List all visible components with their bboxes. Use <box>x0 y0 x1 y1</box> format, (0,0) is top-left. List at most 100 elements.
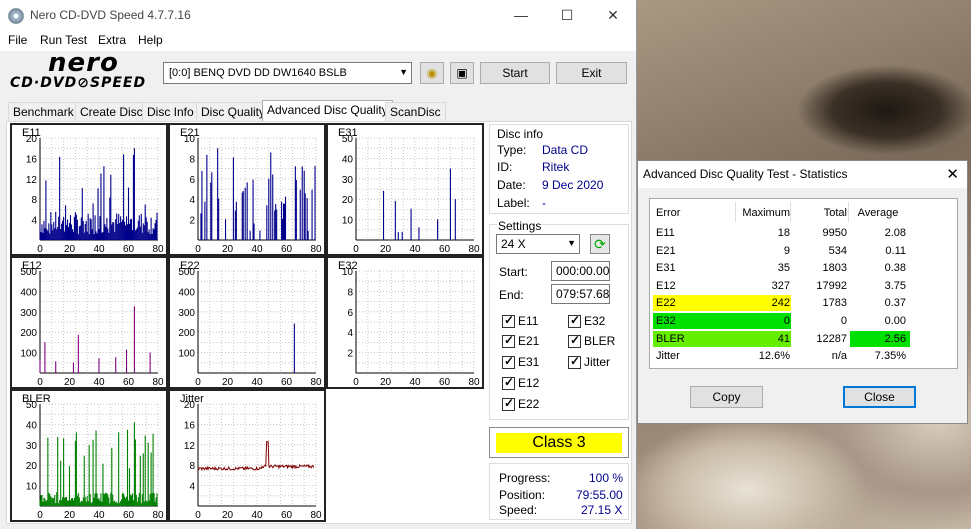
statistics-dialog: Advanced Disc Quality Test - Statistics … <box>637 160 968 424</box>
y-tick-label: 10 <box>342 267 354 278</box>
y-tick-label: 40 <box>26 420 38 431</box>
stats-cell-e31-0: E31 <box>656 262 676 275</box>
x-tick-label: 20 <box>222 377 234 387</box>
progress-label: Progress: <box>499 471 551 485</box>
speed-value-readout: 27.15 X <box>581 503 623 517</box>
checkbox-e32[interactable] <box>568 313 581 328</box>
x-tick-label: 20 <box>380 377 392 387</box>
menu-extra[interactable]: Extra <box>98 33 126 47</box>
minimize-button[interactable]: — <box>498 0 544 31</box>
y-tick-label: 6 <box>189 175 195 186</box>
y-tick-label: 10 <box>184 134 196 145</box>
main-window: Nero CD-DVD Speed 4.7.7.16 — ☐ ✕ File Ru… <box>0 0 637 529</box>
stats-cell-e32-2: 0 <box>840 315 847 327</box>
y-tick-label: 20 <box>184 400 196 411</box>
save-button[interactable]: ▣ <box>450 62 474 84</box>
title-bar: Nero CD-DVD Speed 4.7.7.16 — ☐ ✕ <box>0 0 636 31</box>
drive-info-button[interactable]: ◉ <box>420 62 444 84</box>
checkbox-bler[interactable] <box>568 333 581 348</box>
stats-cell-jitter-2: n/a <box>831 350 847 363</box>
checkbox-bler-label: BLER <box>584 334 616 348</box>
close-icon[interactable]: ✕ <box>946 165 959 183</box>
menu-file[interactable]: File <box>8 33 27 47</box>
dialog-title: Advanced Disc Quality Test - Statistics <box>638 161 967 188</box>
y-tick-label: 500 <box>178 267 195 278</box>
chart-e21-svg: E211086420 20 40 60 80 <box>180 127 322 254</box>
checkbox-jitter[interactable] <box>568 354 581 369</box>
speed-select[interactable]: 24 X ▼ <box>496 234 580 254</box>
tab-benchmark[interactable]: Benchmark <box>8 102 79 122</box>
y-tick-label: 6 <box>347 308 353 319</box>
discs-icon: ◉ <box>426 66 438 80</box>
drive-select[interactable]: [0:0] BENQ DVD DD DW1640 BSLB ▼ <box>163 62 412 84</box>
close-window-button[interactable]: ✕ <box>590 0 636 31</box>
x-tick-label: 80 <box>152 377 164 387</box>
close-button[interactable]: Close <box>843 386 916 408</box>
y-tick-label: 500 <box>20 267 37 278</box>
header-separator <box>790 202 791 222</box>
chart-e31-svg: E3150403020100 20 40 60 80 <box>338 127 480 254</box>
checkbox-e32-label: E32 <box>584 314 606 328</box>
y-tick-label: 30 <box>26 441 38 452</box>
checkbox-e11[interactable] <box>502 313 515 328</box>
chart-e12: E12 500 400 300 200 100 0 20 40 60 80 <box>10 256 168 389</box>
refresh-button[interactable]: ⟳ <box>590 234 610 254</box>
copy-button[interactable]: Copy <box>690 386 763 408</box>
x-tick-label: 20 <box>222 244 234 254</box>
start-time-input[interactable]: 000:00.00 <box>551 261 610 281</box>
x-tick-label: 40 <box>93 510 105 520</box>
checkbox-e31[interactable] <box>502 354 515 369</box>
checkbox-e21-label: E21 <box>518 334 540 348</box>
y-tick-label: 12 <box>26 175 38 186</box>
header-separator <box>848 202 849 222</box>
checkbox-e21[interactable] <box>502 333 515 348</box>
menu-run-test[interactable]: Run Test <box>40 33 87 47</box>
checkbox-e31-label: E31 <box>518 355 540 369</box>
menu-help[interactable]: Help <box>138 33 163 47</box>
chart-e11: E11 20 16 12 8 4 0 20 40 60 80 <box>10 123 168 256</box>
x-tick-label: 60 <box>123 244 135 254</box>
stats-cell-e21-0: E21 <box>656 244 676 257</box>
position-label: Position: <box>499 488 546 502</box>
nero-logo: nero CD·DVD⊘SPEED <box>8 48 158 94</box>
window-title: Nero CD-DVD Speed 4.7.7.16 <box>30 8 191 22</box>
exit-button[interactable]: Exit <box>556 62 627 84</box>
checkbox-e22[interactable] <box>502 396 515 411</box>
start-label: Start: <box>499 265 528 279</box>
stats-cell-e22-2: 1783 <box>822 297 847 310</box>
tab-create-disc[interactable]: Create Disc <box>75 102 148 122</box>
y-tick-label: 300 <box>178 308 195 319</box>
tab-advanced-disc-quality[interactable]: Advanced Disc Quality <box>262 100 393 122</box>
x-tick-label: 40 <box>251 510 263 520</box>
tab-disc-info[interactable]: Disc Info <box>142 102 199 122</box>
end-time-input[interactable]: 079:57.68 <box>551 284 610 304</box>
y-tick-label: 8 <box>347 287 353 298</box>
x-tick-label: 20 <box>222 510 234 520</box>
class-box: Class 3 <box>489 427 629 458</box>
stats-cell-e12-2: 17992 <box>816 279 847 292</box>
y-tick-label: 200 <box>178 328 195 339</box>
stats-cell-jitter-1: 12.6% <box>758 350 790 363</box>
stats-cell-bler-1: 41 <box>777 332 790 345</box>
x-tick-label: 0 <box>37 244 43 254</box>
chart-e21: E21 10 8 6 4 2 0 20 40 60 80 <box>168 123 326 256</box>
tab-disc-quality[interactable]: Disc Quality <box>196 102 271 122</box>
stats-cell-e22-1: 242 <box>771 297 790 310</box>
y-tick-label: 200 <box>20 328 37 339</box>
y-tick-label: 8 <box>189 154 195 165</box>
progress-value: 100 % <box>589 471 624 485</box>
stats-cell-e12-1: 327 <box>771 279 790 292</box>
x-tick-label: 0 <box>353 377 359 387</box>
tab-scandisc[interactable]: ScanDisc <box>385 102 446 122</box>
y-tick-label: 8 <box>189 461 195 472</box>
y-tick-label: 400 <box>20 287 37 298</box>
x-tick-label: 80 <box>310 377 322 387</box>
stats-cell-e22-0: E22 <box>656 297 676 310</box>
x-tick-label: 0 <box>195 377 201 387</box>
refresh-icon: ⟳ <box>594 236 606 252</box>
logo-nero: nero <box>48 48 119 78</box>
start-button[interactable]: Start <box>480 62 550 84</box>
maximize-button[interactable]: ☐ <box>544 0 590 31</box>
y-tick-label: 10 <box>342 216 354 227</box>
checkbox-e12[interactable] <box>502 375 515 390</box>
